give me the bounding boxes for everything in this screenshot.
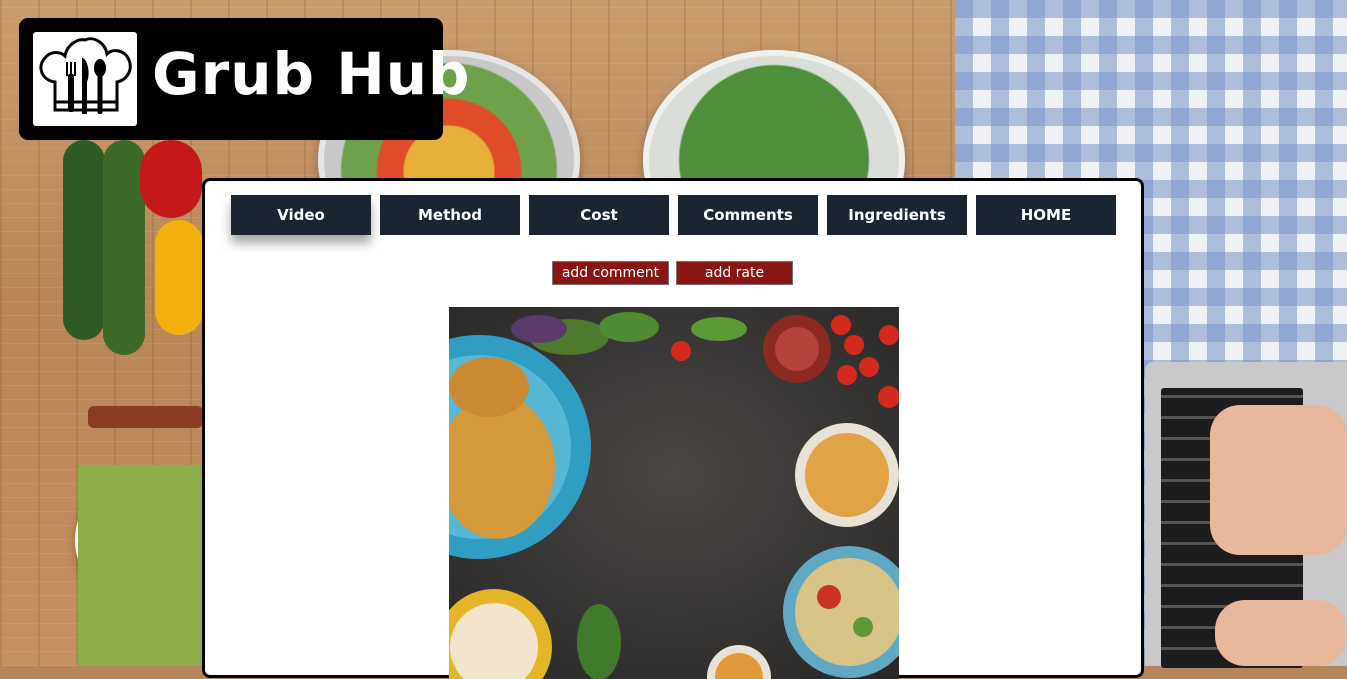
action-buttons: add comment add rate: [552, 261, 793, 285]
knife-decoration: [88, 406, 203, 428]
main-panel: Video Method Cost Comments Ingredients H…: [202, 178, 1144, 679]
hand-decoration: [1210, 405, 1347, 555]
add-rate-button[interactable]: add rate: [676, 261, 793, 285]
nav-ingredients-button[interactable]: Ingredients: [827, 195, 967, 235]
chef-hat-cutlery-icon: [33, 32, 137, 126]
chef-hat-cutlery-icon-svg: [39, 37, 132, 114]
nav-comments-button[interactable]: Comments: [678, 195, 818, 235]
red-pepper-decoration: [140, 140, 202, 218]
zucchini-decoration: [103, 140, 145, 355]
nav-cost-button[interactable]: Cost: [529, 195, 669, 235]
brand-name: Grub Hub: [152, 40, 471, 108]
nav-method-button[interactable]: Method: [380, 195, 520, 235]
nav-home-button[interactable]: HOME: [976, 195, 1116, 235]
zucchini-decoration: [63, 140, 105, 340]
nav-video-button[interactable]: Video: [231, 195, 371, 235]
yellow-pepper-decoration: [155, 220, 203, 335]
brand-logo[interactable]: Grub Hub: [19, 18, 470, 140]
green-napkin-decoration: [78, 465, 202, 666]
recipe-nav: Video Method Cost Comments Ingredients H…: [231, 195, 1116, 235]
hand-decoration: [1215, 600, 1347, 666]
food-spread-illustration: [449, 307, 899, 679]
food-video-thumbnail[interactable]: [449, 307, 899, 679]
add-comment-button[interactable]: add comment: [552, 261, 669, 285]
